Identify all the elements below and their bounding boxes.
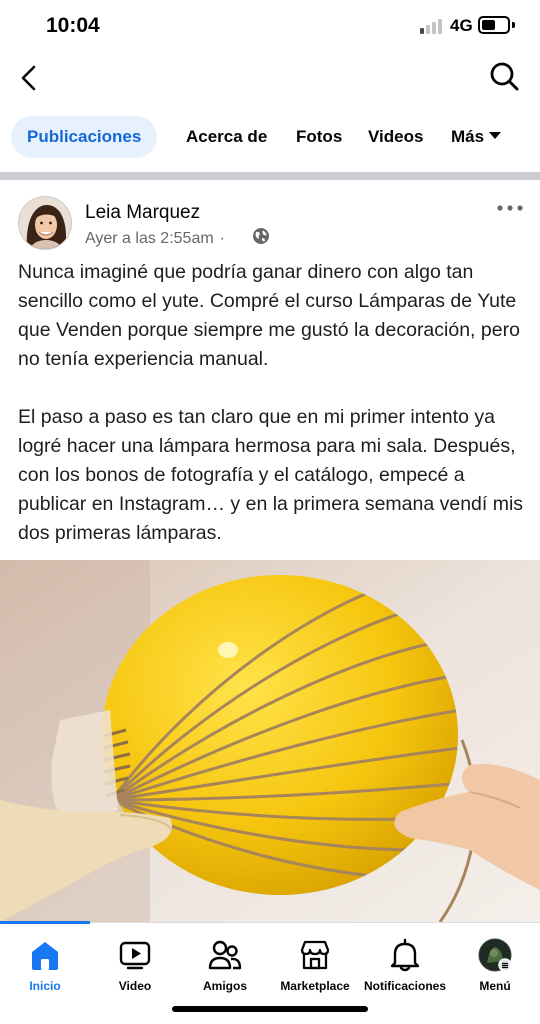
- nav-label: Marketplace: [280, 979, 350, 993]
- more-dots-icon[interactable]: [496, 202, 524, 214]
- tab-videos[interactable]: Videos: [368, 116, 423, 158]
- battery-cap: [512, 22, 515, 28]
- caret-down-icon: [489, 132, 502, 139]
- post-meta: Ayer a las 2:55am ·: [85, 230, 231, 248]
- profile-avatar-icon: [478, 938, 512, 972]
- post-timestamp[interactable]: Ayer a las 2:55am: [85, 230, 214, 247]
- marketplace-icon: [300, 940, 330, 970]
- battery-icon: [478, 16, 510, 34]
- nav-label: Inicio: [29, 979, 61, 993]
- nav-label: Menú: [479, 979, 511, 993]
- nav-inicio[interactable]: Inicio: [0, 923, 90, 1001]
- feed-separator: [0, 172, 540, 180]
- tab-label: Publicaciones: [27, 127, 142, 146]
- bell-icon: [390, 938, 420, 972]
- tab-label: Fotos: [296, 127, 343, 146]
- profile-tabs: Publicaciones Acerca de Fotos Videos Más: [0, 116, 540, 162]
- nav-label: Notificaciones: [363, 979, 447, 993]
- globe-icon: [253, 228, 269, 244]
- nav-header: [0, 52, 540, 108]
- nav-marketplace[interactable]: Marketplace: [270, 923, 360, 1001]
- tab-publicaciones[interactable]: Publicaciones: [11, 116, 158, 158]
- post-paragraph: El paso a paso es tan claro que en mi pr…: [18, 406, 524, 544]
- home-icon: [32, 942, 58, 970]
- post-header: Leia Marquez Ayer a las 2:55am ·: [0, 180, 540, 256]
- tab-acerca-de[interactable]: Acerca de: [186, 116, 267, 158]
- nav-label: Video: [118, 979, 152, 993]
- author-name[interactable]: Leia Marquez: [85, 202, 200, 224]
- nav-notificaciones[interactable]: Notificaciones: [360, 923, 450, 1001]
- post-paragraph: Nunca imaginé que podría ganar dinero co…: [18, 261, 520, 370]
- tab-label: Más: [451, 127, 485, 146]
- nav-label: Amigos: [202, 979, 247, 993]
- nav-amigos[interactable]: Amigos: [180, 923, 270, 1001]
- status-time: 10:04: [46, 14, 100, 37]
- tab-mas[interactable]: Más: [451, 116, 502, 158]
- jute-lamp-photo: [0, 560, 540, 922]
- tab-fotos[interactable]: Fotos: [296, 116, 342, 158]
- friends-icon: [208, 940, 242, 970]
- status-bar: 10:04 4G: [0, 0, 540, 52]
- home-indicator: [172, 1006, 368, 1012]
- meta-separator: ·: [219, 230, 225, 247]
- post-body: Nunca imaginé que podría ganar dinero co…: [18, 258, 528, 548]
- tab-label: Videos: [368, 127, 424, 146]
- post-image[interactable]: [0, 560, 540, 922]
- video-icon: [119, 941, 151, 970]
- author-avatar[interactable]: [18, 196, 72, 250]
- back-chevron-icon[interactable]: [14, 60, 46, 96]
- tab-label: Acerca de: [186, 127, 268, 146]
- nav-menu[interactable]: Menú: [450, 923, 540, 1001]
- signal-icon: [420, 18, 444, 34]
- search-icon[interactable]: [486, 58, 522, 94]
- network-label: 4G: [450, 16, 473, 35]
- nav-video[interactable]: Video: [90, 923, 180, 1001]
